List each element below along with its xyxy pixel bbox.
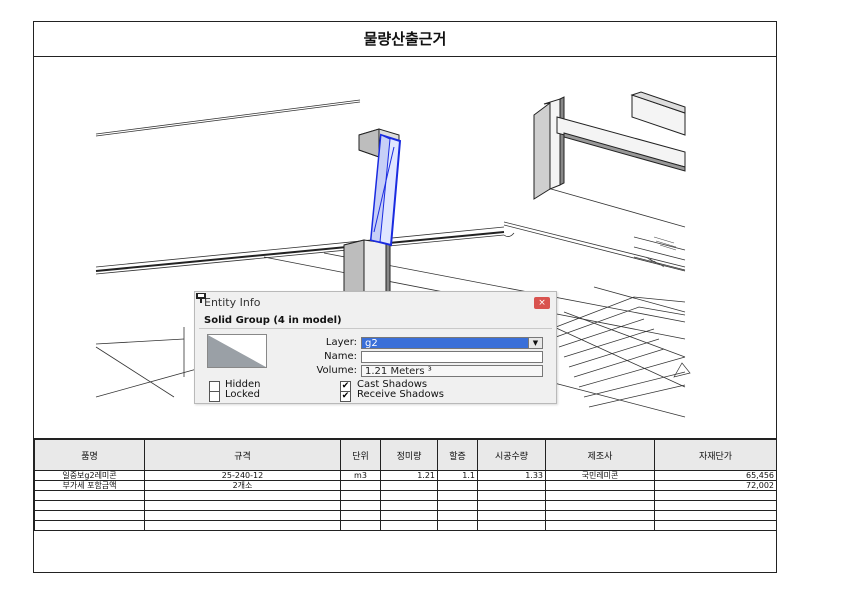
cell-item-name: 일중보g2레미콘	[34, 470, 145, 481]
layer-value: g2	[365, 338, 378, 349]
dialog-title: Entity Info	[204, 296, 261, 309]
locked-label: Locked	[225, 389, 260, 400]
cell-empty	[340, 510, 381, 521]
cell-empty	[477, 510, 546, 521]
page-title: 물량산출근거	[34, 22, 776, 57]
table-row	[34, 510, 777, 521]
dialog-divider	[199, 328, 552, 329]
receive-shadows-checkbox[interactable]: ✔	[340, 391, 351, 402]
cell-manufacturer: 국민레미콘	[545, 470, 655, 481]
cell-empty	[144, 490, 341, 501]
cell-empty	[34, 520, 145, 531]
cell-empty	[34, 500, 145, 511]
cell-unit-price: 72,002	[654, 480, 777, 491]
header-manufacturer: 제조사	[545, 439, 655, 471]
entity-info-dialog[interactable]: Entity Info × Solid Group (4 in model) L…	[194, 291, 557, 404]
header-item-name: 품명	[34, 439, 145, 471]
cell-empty	[144, 520, 341, 531]
pin-icon[interactable]	[195, 292, 207, 304]
cell-empty	[144, 500, 341, 511]
locked-checkbox[interactable]	[209, 391, 220, 402]
cell-empty	[545, 520, 655, 531]
sheet-frame: 물량산출근거 Entity Info × Solid Group (4 in m…	[33, 21, 777, 573]
cell-unit	[340, 480, 381, 491]
cell-empty	[477, 490, 546, 501]
cell-spec: 25-240-12	[144, 470, 341, 481]
header-net-quantity: 정미량	[380, 439, 438, 471]
cell-empty	[437, 520, 478, 531]
table-row	[34, 500, 777, 511]
cell-empty	[545, 490, 655, 501]
cell-empty	[654, 510, 777, 521]
cell-surcharge	[437, 480, 478, 491]
name-label: Name:	[324, 351, 357, 362]
cell-empty	[545, 500, 655, 511]
cell-empty	[34, 490, 145, 501]
quantity-table: 품명 규격 단위 정미량 할증 시공수량 제조사 자재단가 일중보g2레미콘 2…	[34, 439, 777, 531]
cell-empty	[437, 510, 478, 521]
cell-spec: 2개소	[144, 480, 341, 491]
cell-empty	[654, 500, 777, 511]
close-icon[interactable]: ×	[534, 297, 550, 309]
material-preview-icon	[208, 335, 266, 367]
cell-construction-quantity: 1.33	[477, 470, 546, 481]
chevron-down-icon[interactable]: ▼	[528, 338, 542, 348]
cell-empty	[380, 520, 438, 531]
cell-empty	[437, 490, 478, 501]
receive-shadows-label: Receive Shadows	[357, 389, 444, 400]
cell-unit-price: 65,456	[654, 470, 777, 481]
cell-item-name: 부가세 포함금액	[34, 480, 145, 491]
header-construction-quantity: 시공수량	[477, 439, 546, 471]
cell-empty	[477, 520, 546, 531]
model-viewport[interactable]: Entity Info × Solid Group (4 in model) L…	[34, 57, 776, 439]
cell-empty	[340, 520, 381, 531]
table-row: 일중보g2레미콘 25-240-12 m3 1.21 1.1 1.33 국민레미…	[34, 470, 777, 481]
cell-net-quantity: 1.21	[380, 470, 438, 481]
header-surcharge: 할증	[437, 439, 478, 471]
cell-empty	[380, 510, 438, 521]
layer-label: Layer:	[325, 337, 357, 348]
table-row	[34, 520, 777, 531]
cell-empty	[654, 490, 777, 501]
cell-empty	[380, 490, 438, 501]
cell-empty	[477, 500, 546, 511]
layer-select[interactable]: g2 ▼	[361, 337, 543, 349]
entity-heading: Solid Group (4 in model)	[204, 315, 342, 326]
cell-unit: m3	[340, 470, 381, 481]
table-row	[34, 490, 777, 501]
cell-manufacturer	[545, 480, 655, 491]
table-header-row: 품명 규격 단위 정미량 할증 시공수량 제조사 자재단가	[34, 439, 777, 471]
cell-empty	[437, 500, 478, 511]
cell-empty	[654, 520, 777, 531]
cell-empty	[144, 510, 341, 521]
header-unit-price: 자재단가	[654, 439, 777, 471]
cell-empty	[545, 510, 655, 521]
cell-construction-quantity	[477, 480, 546, 491]
cell-empty	[380, 500, 438, 511]
cell-empty	[34, 510, 145, 521]
cell-surcharge: 1.1	[437, 470, 478, 481]
volume-value: 1.21 Meters ³	[361, 365, 543, 377]
header-unit: 단위	[340, 439, 381, 471]
table-row: 부가세 포함금액 2개소 72,002	[34, 480, 777, 491]
volume-label: Volume:	[316, 365, 357, 376]
cell-empty	[340, 490, 381, 501]
material-swatch[interactable]	[207, 334, 267, 368]
header-spec: 규격	[144, 439, 341, 471]
cell-empty	[340, 500, 381, 511]
name-field[interactable]	[361, 351, 543, 363]
cell-net-quantity	[380, 480, 438, 491]
